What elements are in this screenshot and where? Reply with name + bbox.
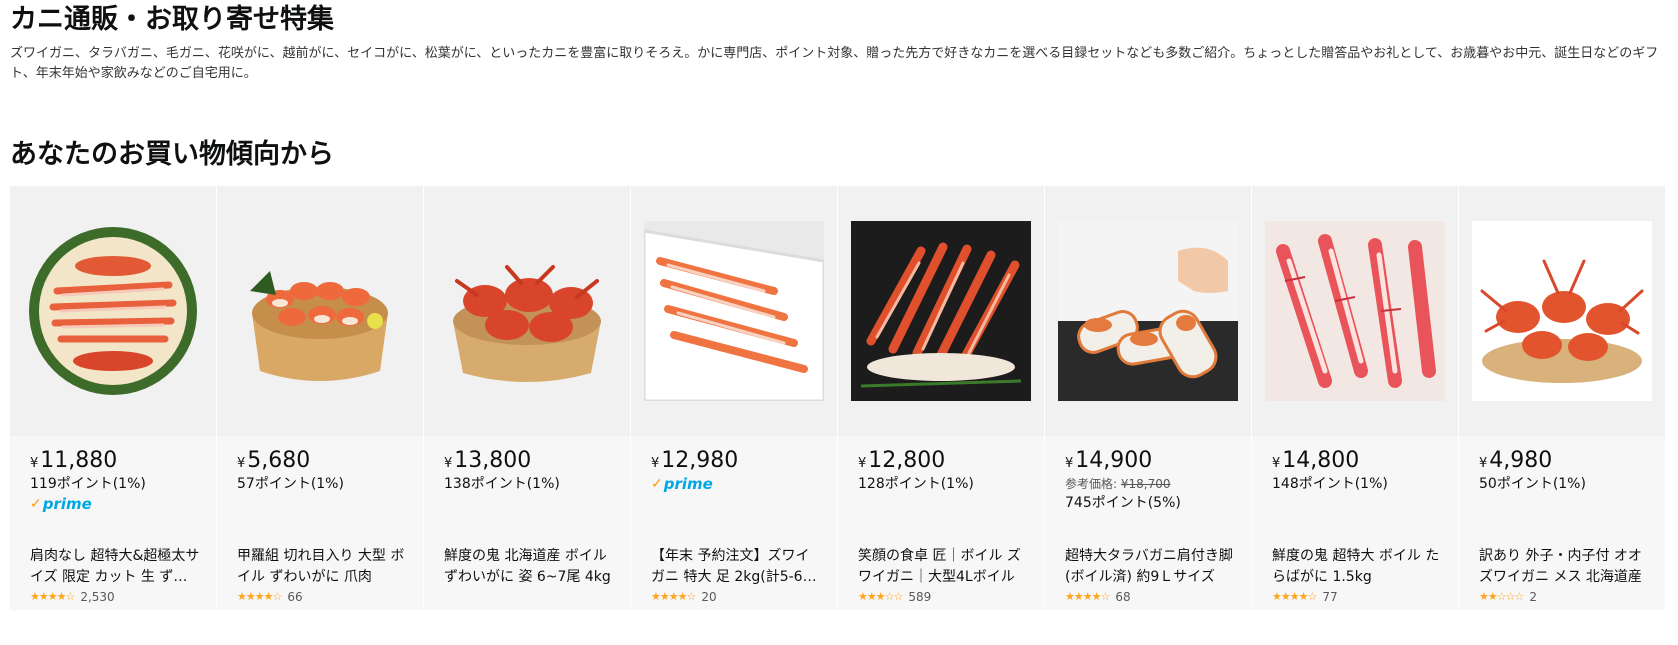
product-card[interactable]: ¥12,980 ✓ prime 【年末 予約注文】ズワイガニ 特大 足 2kg(計…	[631, 186, 837, 610]
product-title[interactable]: 訳あり 外子・内子付 オオズワイガニ メス 北海道産	[1479, 546, 1649, 588]
page-description: ズワイガニ、タラバガニ、毛ガニ、花咲がに、越前がに、セイコがに、松葉がに、といっ…	[10, 46, 1659, 81]
product-card[interactable]: ¥11,880 119ポイント(1%) ✓ prime 肩肉なし 超特大&超極太サ…	[10, 186, 216, 610]
price: ¥11,880	[30, 448, 118, 473]
star-rating-icon: ★★★★☆	[1272, 590, 1317, 603]
product-card[interactable]: ¥14,800 148ポイント(1%) 鮮度の鬼 超特大 ボイル たらばがに 1…	[1252, 186, 1458, 610]
review-count: 66	[287, 590, 303, 604]
section-title: あなたのお買い物傾向から	[10, 139, 334, 170]
product-title[interactable]: 鮮度の鬼 北海道産 ボイル ずわいがに 姿 6~7尾 4kg	[444, 546, 614, 588]
points: 57ポイント(1%)	[237, 476, 344, 492]
review-count: 2	[1529, 590, 1537, 604]
star-rating-icon: ★★☆☆☆	[1479, 590, 1524, 603]
points: 128ポイント(1%)	[858, 476, 974, 492]
price: ¥14,800	[1272, 448, 1360, 473]
product-image[interactable]	[10, 186, 216, 436]
product-title[interactable]: 笑顔の食卓 匠｜ボイル ズワイガニ｜大型4Lボイル	[858, 546, 1028, 588]
review-count: 68	[1115, 590, 1131, 604]
whole-crab-tub-image	[453, 265, 601, 382]
crab-tub-image	[250, 271, 388, 381]
price: ¥12,800	[858, 448, 946, 473]
price: ¥5,680	[237, 448, 311, 473]
product-title[interactable]: 鮮度の鬼 超特大 ボイル たらばがに 1.5kg	[1272, 546, 1442, 588]
check-icon: ✓	[651, 476, 663, 492]
points: 119ポイント(1%)	[30, 476, 146, 492]
reference-price: 参考価格: ¥18,700	[1065, 477, 1171, 491]
price: ¥14,900	[1065, 448, 1153, 473]
rating[interactable]: ★★★★☆ 66	[237, 590, 303, 604]
product-card[interactable]: ¥13,800 138ポイント(1%) 鮮度の鬼 北海道産 ボイル ずわいがに …	[424, 186, 630, 610]
product-card[interactable]: ¥14,900 参考価格: ¥18,700 745ポイント(5%) 超特大タラバ…	[1045, 186, 1251, 610]
crab-platter-image	[29, 227, 197, 395]
star-rating-icon: ★★★☆☆	[858, 590, 903, 603]
star-rating-icon: ★★★★☆	[651, 590, 696, 603]
king-crab-hand-image	[1058, 221, 1238, 401]
crab-legs-dark-image	[851, 221, 1031, 401]
crab-legs-box-image	[644, 221, 824, 401]
star-rating-icon: ★★★★☆	[30, 590, 75, 603]
star-rating-icon: ★★★★☆	[1065, 590, 1110, 603]
product-image[interactable]	[1252, 186, 1458, 436]
product-image[interactable]	[838, 186, 1044, 436]
product-title[interactable]: 肩肉なし 超特大&超極太サイズ 限定 カット 生 ずわいがに	[30, 546, 200, 588]
price: ¥12,980	[651, 448, 739, 473]
product-image[interactable]	[1459, 186, 1665, 436]
price: ¥13,800	[444, 448, 532, 473]
points: 50ポイント(1%)	[1479, 476, 1586, 492]
rating[interactable]: ★★★★☆ 20	[651, 590, 717, 604]
rating[interactable]: ★★★☆☆ 589	[858, 590, 931, 604]
prime-badge: ✓ prime	[651, 475, 713, 493]
product-card[interactable]: ¥12,800 128ポイント(1%) 笑顔の食卓 匠｜ボイル ズワイガニ｜大型…	[838, 186, 1044, 610]
product-title[interactable]: 【年末 予約注文】ズワイガニ 特大 足 2kg(計5-6肩)	[651, 546, 821, 588]
product-image[interactable]	[217, 186, 423, 436]
product-image[interactable]	[1045, 186, 1251, 436]
rating[interactable]: ★★★★☆ 77	[1272, 590, 1338, 604]
page-title: カニ通販・お取り寄せ特集	[10, 4, 334, 35]
points: 148ポイント(1%)	[1272, 476, 1388, 492]
points: 138ポイント(1%)	[444, 476, 560, 492]
review-count: 2,530	[80, 590, 115, 604]
product-carousel: ¥11,880 119ポイント(1%) ✓ prime 肩肉なし 超特大&超極太サ…	[10, 186, 1668, 610]
star-rating-icon: ★★★★☆	[237, 590, 282, 603]
rating[interactable]: ★★★★☆ 68	[1065, 590, 1131, 604]
rating[interactable]: ★★☆☆☆ 2	[1479, 590, 1537, 604]
product-title[interactable]: 超特大タラバガニ肩付き脚(ボイル済) 約9Ｌサイズ	[1065, 546, 1235, 588]
rating[interactable]: ★★★★☆ 2,530	[30, 590, 115, 604]
review-count: 589	[908, 590, 932, 604]
review-count: 77	[1322, 590, 1338, 604]
king-crab-legs-image	[1265, 221, 1445, 401]
product-image[interactable]	[424, 186, 630, 436]
product-title[interactable]: 甲羅組 切れ目入り 大型 ボイル ずわいがに 爪肉	[237, 546, 407, 588]
product-card[interactable]: ¥4,980 50ポイント(1%) 訳あり 外子・内子付 オオズワイガニ メス …	[1459, 186, 1665, 610]
review-count: 20	[701, 590, 717, 604]
product-card[interactable]: ¥5,680 57ポイント(1%) 甲羅組 切れ目入り 大型 ボイル ずわいがに…	[217, 186, 423, 610]
points: 745ポイント(5%)	[1065, 495, 1181, 511]
check-icon: ✓	[30, 496, 42, 512]
price: ¥4,980	[1479, 448, 1553, 473]
product-image[interactable]	[631, 186, 837, 436]
small-crabs-image	[1472, 221, 1652, 401]
prime-badge: ✓ prime	[30, 495, 92, 513]
